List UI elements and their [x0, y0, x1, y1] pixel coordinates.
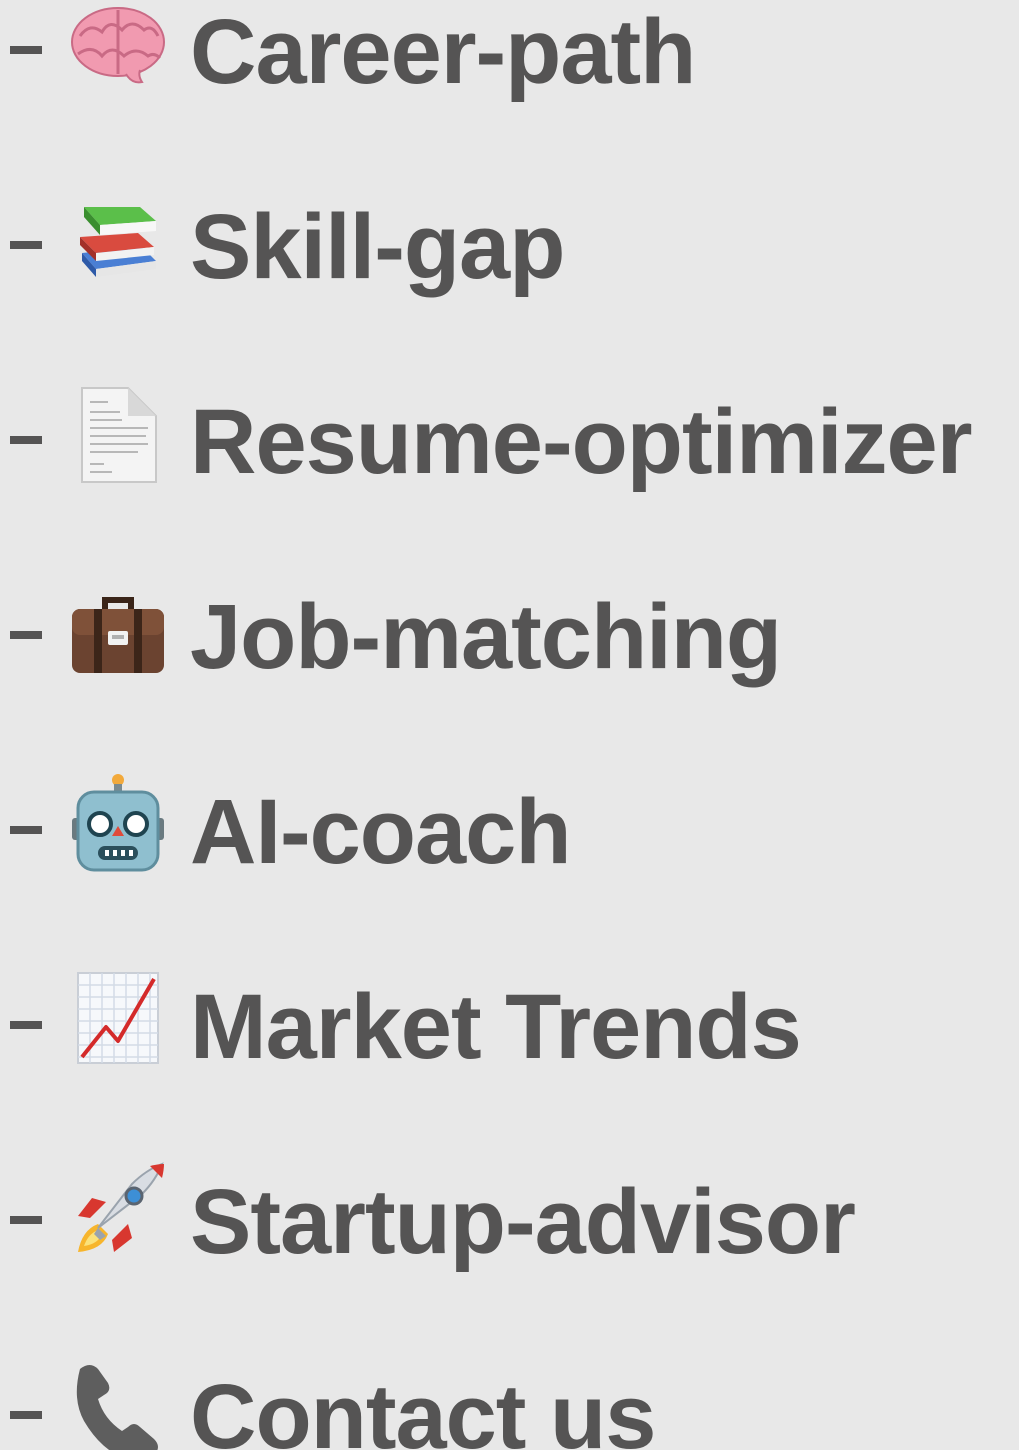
- menu-item-contact-us[interactable]: Contact us: [0, 1365, 1019, 1450]
- menu-item-label: Career-path: [190, 1, 696, 103]
- menu-item-label: Market Trends: [190, 976, 802, 1078]
- bullet-dash: [10, 631, 42, 639]
- bullet-dash: [10, 241, 42, 249]
- bullet-dash: [10, 436, 42, 444]
- menu-item-label: AI-coach: [190, 781, 572, 883]
- menu-item-label: Job-matching: [190, 586, 782, 688]
- bullet-dash: [10, 1411, 42, 1419]
- menu-item-market-trends[interactable]: Market Trends: [0, 972, 1019, 1095]
- document-icon: [68, 386, 168, 486]
- books-icon: [68, 193, 168, 293]
- menu-item-resume-optimizer[interactable]: Resume-optimizer: [0, 387, 1019, 510]
- robot-icon: [68, 774, 168, 874]
- telephone-icon: [68, 1359, 168, 1450]
- menu-item-job-matching[interactable]: Job-matching: [0, 585, 1019, 705]
- menu-item-skill-gap[interactable]: Skill-gap: [0, 195, 1019, 315]
- bullet-dash: [10, 46, 42, 54]
- menu-item-career-path[interactable]: Career-path: [0, 0, 1019, 120]
- bullet-dash: [10, 1021, 42, 1029]
- menu-item-ai-coach[interactable]: AI-coach: [0, 774, 1019, 900]
- menu-item-label: Resume-optimizer: [190, 391, 972, 493]
- chart-increasing-icon: [68, 971, 168, 1071]
- menu-item-label: Startup-advisor: [190, 1171, 856, 1273]
- menu-item-label: Contact us: [190, 1366, 656, 1450]
- menu-item-label: Skill-gap: [190, 196, 565, 298]
- bullet-dash: [10, 1216, 42, 1224]
- brain-icon: [68, 0, 168, 96]
- briefcase-icon: [68, 585, 168, 685]
- feature-menu: Career-path Skill-gap Resume-optimizer J…: [0, 0, 1019, 1450]
- menu-item-startup-advisor[interactable]: Startup-advisor: [0, 1162, 1019, 1290]
- rocket-icon: [68, 1162, 168, 1262]
- bullet-dash: [10, 826, 42, 834]
